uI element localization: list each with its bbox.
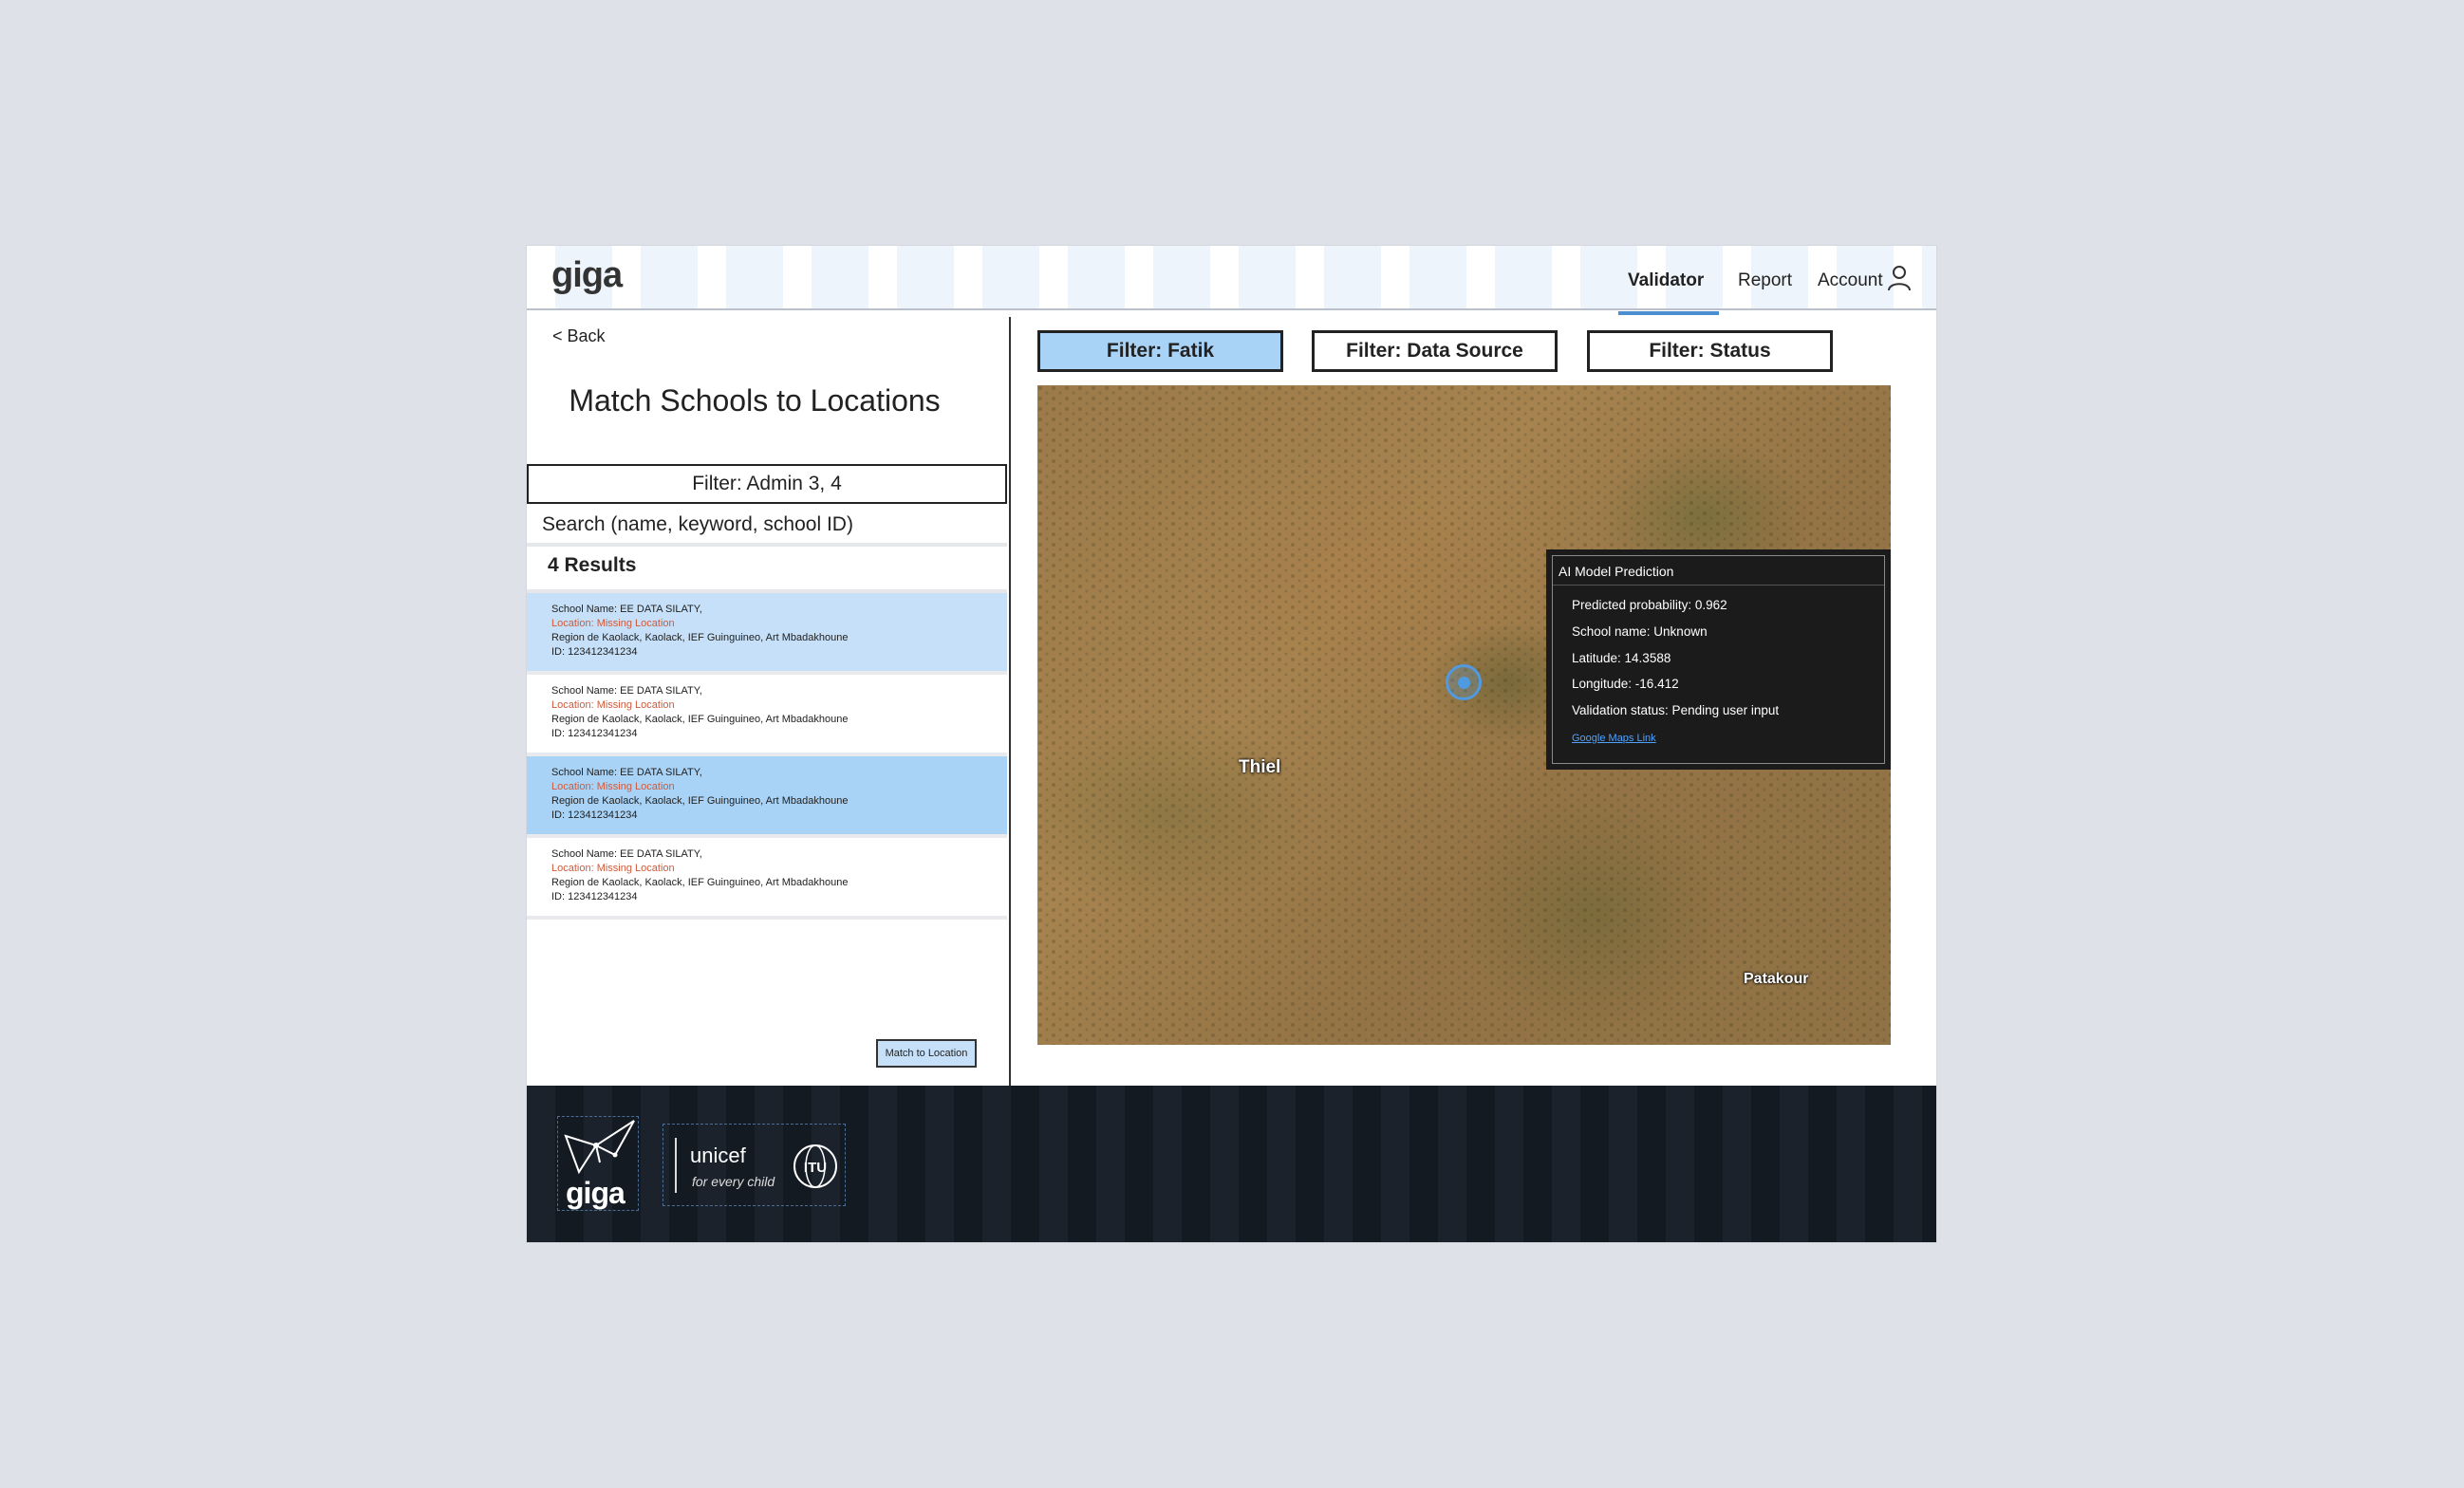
itu-logo-icon: ITU <box>793 1144 837 1188</box>
validation-status: Validation status: Pending user input <box>1572 703 1780 717</box>
popup-title: AI Model Prediction <box>1559 564 1674 579</box>
predicted-probability: Predicted probability: 0.962 <box>1572 598 1727 612</box>
location-status: Location: Missing Location <box>551 618 675 629</box>
predicted-latitude: Latitude: 14.3588 <box>1572 651 1671 665</box>
predicted-longitude: Longitude: -16.412 <box>1572 677 1679 691</box>
divider <box>675 1138 677 1193</box>
page-title: Match Schools to Locations <box>569 383 941 418</box>
search-input[interactable] <box>527 507 1007 547</box>
location-status: Location: Missing Location <box>551 699 675 711</box>
unicef-tagline: for every child <box>692 1174 775 1189</box>
school-name: School Name: EE DATA SILATY, <box>551 848 702 860</box>
app-window: giga Validator Report Account < Back Mat… <box>527 246 1936 1242</box>
nav-report[interactable]: Report <box>1738 270 1792 291</box>
list-item[interactable]: School Name: EE DATA SILATY, Location: M… <box>527 675 1007 756</box>
user-icon[interactable] <box>1887 265 1912 291</box>
unicef-logo: unicef <box>690 1144 746 1167</box>
school-name: School Name: EE DATA SILATY, <box>551 685 702 697</box>
google-maps-link[interactable]: Google Maps Link <box>1572 733 1656 744</box>
school-id: ID: 123412341234 <box>551 891 638 902</box>
list-item[interactable]: School Name: EE DATA SILATY, Location: M… <box>527 838 1007 920</box>
school-region: Region de Kaolack, Kaolack, IEF Guinguin… <box>551 632 849 643</box>
filter-fatik-button[interactable]: Filter: Fatik <box>1037 330 1283 372</box>
match-to-location-button[interactable]: Match to Location <box>876 1039 977 1068</box>
school-id: ID: 123412341234 <box>551 728 638 739</box>
left-panel: < Back Match Schools to Locations Filter… <box>527 317 1011 1086</box>
active-tab-indicator <box>1618 311 1719 315</box>
divider <box>1553 585 1884 586</box>
giga-logo[interactable]: giga <box>551 255 623 296</box>
list-item[interactable]: School Name: EE DATA SILATY, Location: M… <box>527 593 1007 675</box>
school-region: Region de Kaolack, Kaolack, IEF Guinguin… <box>551 877 849 888</box>
giga-footer-logo: giga <box>557 1116 639 1211</box>
popup-body: AI Model Prediction Predicted probabilit… <box>1552 555 1885 764</box>
place-label-patakour: Patakour <box>1744 971 1809 987</box>
partner-logos: unicef for every child ITU <box>663 1124 846 1206</box>
location-status: Location: Missing Location <box>551 781 675 792</box>
location-marker-icon[interactable] <box>1446 664 1482 700</box>
results-count: 4 Results <box>548 554 637 576</box>
filter-status-button[interactable]: Filter: Status <box>1587 330 1833 372</box>
school-id: ID: 123412341234 <box>551 809 638 821</box>
school-name: School Name: EE DATA SILATY, <box>551 604 702 615</box>
place-label-thiel: Thiel <box>1239 757 1281 777</box>
list-item[interactable]: School Name: EE DATA SILATY, Location: M… <box>527 756 1007 838</box>
school-name: School Name: EE DATA SILATY, <box>551 767 702 778</box>
filter-data-source-button[interactable]: Filter: Data Source <box>1312 330 1558 372</box>
location-status: Location: Missing Location <box>551 863 675 874</box>
prediction-popup: AI Model Prediction Predicted probabilit… <box>1546 549 1891 770</box>
school-region: Region de Kaolack, Kaolack, IEF Guinguin… <box>551 795 849 807</box>
nav-validator[interactable]: Validator <box>1628 270 1704 291</box>
admin-filter-button[interactable]: Filter: Admin 3, 4 <box>527 464 1007 504</box>
school-region: Region de Kaolack, Kaolack, IEF Guinguin… <box>551 714 849 725</box>
footer: giga unicef for every child ITU <box>527 1086 1936 1242</box>
predicted-school-name: School name: Unknown <box>1572 624 1708 639</box>
nav-account[interactable]: Account <box>1818 270 1883 291</box>
giga-footer-wordmark: giga <box>566 1176 625 1210</box>
satellite-map[interactable]: Thiel Patakour AI Model Prediction Predi… <box>1037 385 1891 1045</box>
school-id: ID: 123412341234 <box>551 646 638 658</box>
back-link[interactable]: < Back <box>552 326 606 346</box>
giga-bird-icon <box>564 1120 635 1175</box>
header: giga Validator Report Account <box>527 246 1936 310</box>
results-list: School Name: EE DATA SILATY, Location: M… <box>527 593 1007 920</box>
itu-logo-text: ITU <box>804 1160 827 1176</box>
